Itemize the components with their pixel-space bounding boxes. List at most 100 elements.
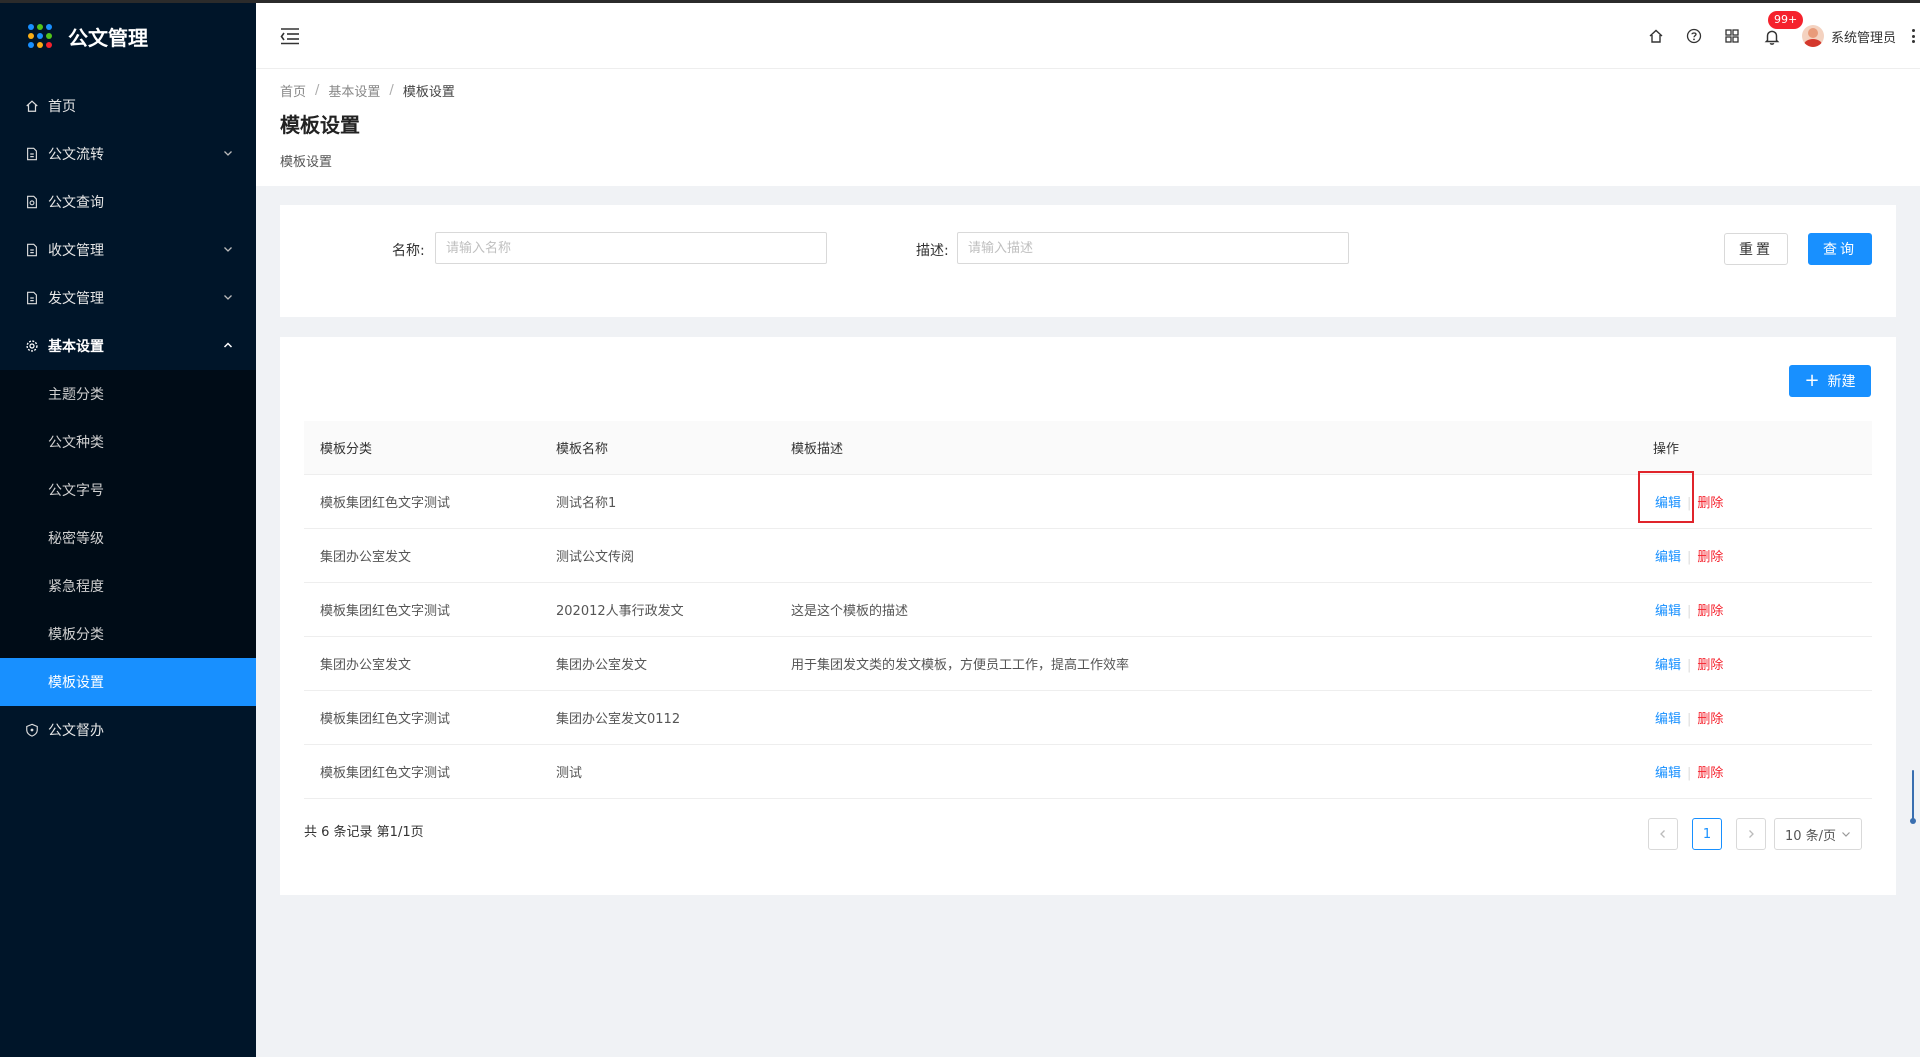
sidebar-subitem-0[interactable]: 主题分类 <box>0 370 256 418</box>
cell-description <box>775 744 1637 799</box>
edit-link[interactable]: 编辑 <box>1653 712 1681 727</box>
delete-link[interactable]: 删除 <box>1697 712 1723 727</box>
column-header-category: 模板分类 <box>304 421 540 475</box>
app-logo[interactable]: 公文管理 <box>0 0 256 72</box>
table-row: 模板集团红色文字测试 测试 编辑 | 删除 <box>304 744 1872 799</box>
cell-name: 集团办公室发文0112 <box>540 690 775 745</box>
delete-link[interactable]: 删除 <box>1697 766 1723 781</box>
shield-icon <box>24 722 40 738</box>
cell-category: 集团办公室发文 <box>304 636 540 691</box>
cell-actions: 编辑 | 删除 <box>1637 744 1872 799</box>
sidebar-subitem-5[interactable]: 模板分类 <box>0 610 256 658</box>
sidebar-subitem-4[interactable]: 紧急程度 <box>0 562 256 610</box>
cell-category: 模板集团红色文字测试 <box>304 582 540 637</box>
name-search-input[interactable] <box>435 232 827 264</box>
chevron-up-icon <box>222 339 234 351</box>
description-search-input[interactable] <box>957 232 1349 264</box>
description-label: 描述: <box>916 243 949 259</box>
cell-description: 用于集团发文类的发文模板，方便员工工作，提高工作效率 <box>775 636 1637 691</box>
action-divider: | <box>1687 549 1692 565</box>
edit-link[interactable]: 编辑 <box>1653 658 1681 673</box>
name-label: 名称: <box>392 243 425 259</box>
edit-link[interactable]: 编辑 <box>1653 550 1681 565</box>
cell-name: 测试名称1 <box>540 474 775 529</box>
app-title: 公文管理 <box>68 25 148 50</box>
menu-collapse-icon[interactable] <box>280 27 300 45</box>
home-icon[interactable] <box>1646 26 1666 46</box>
notification-badge: 99+ <box>1767 11 1804 29</box>
user-name: 系统管理员 <box>1830 30 1896 46</box>
delete-link[interactable]: 删除 <box>1697 496 1723 511</box>
edit-link[interactable]: 编辑 <box>1653 604 1681 619</box>
page-title: 模板设置 <box>280 113 360 137</box>
cell-category: 模板集团红色文字测试 <box>304 744 540 799</box>
chevron-right-icon <box>1749 830 1754 838</box>
breadcrumb-home[interactable]: 首页 <box>280 81 306 100</box>
delete-link[interactable]: 删除 <box>1697 550 1723 565</box>
sidebar-item-0[interactable]: 首页 <box>0 82 256 130</box>
new-button-label: 新建 <box>1827 374 1856 390</box>
breadcrumb-basic-settings[interactable]: 基本设置 <box>328 81 380 100</box>
query-button[interactable]: 查询 <box>1808 233 1872 265</box>
action-divider: | <box>1687 657 1692 673</box>
sidebar-subitem-1[interactable]: 公文种类 <box>0 418 256 466</box>
delete-link[interactable]: 删除 <box>1697 604 1723 619</box>
table-row: 模板集团红色文字测试 测试名称1 编辑 | 删除 <box>304 474 1872 529</box>
window-top-border <box>0 0 1920 3</box>
sidebar-subitem-2[interactable]: 公文字号 <box>0 466 256 514</box>
cell-description <box>775 690 1637 745</box>
reset-button[interactable]: 重置 <box>1724 233 1788 265</box>
sidebar-menu: 首页 公文流转公文查询收文管理发文管理基本设置 主题分类 公文种类 公文字号 秘密等级 紧急… <box>0 82 256 754</box>
next-page-button[interactable] <box>1736 818 1766 850</box>
table-row: 集团办公室发文 集团办公室发文 用于集团发文类的发文模板，方便员工工作，提高工作效率… <box>304 636 1872 691</box>
sidebar-item-5[interactable]: 基本设置 <box>0 322 256 370</box>
delete-link[interactable]: 删除 <box>1697 658 1723 673</box>
scroll-position-indicator[interactable] <box>1910 770 1916 826</box>
help-icon[interactable] <box>1684 26 1704 46</box>
sidebar-subitem-3[interactable]: 秘密等级 <box>0 514 256 562</box>
sidebar-item-label: 发文管理 <box>48 291 104 307</box>
user-menu[interactable]: 系统管理员 <box>1801 25 1896 47</box>
cell-description <box>775 528 1637 583</box>
page-size-value: 10 条/页 <box>1785 828 1837 844</box>
cell-actions: 编辑 | 删除 <box>1637 582 1872 637</box>
cell-category: 模板集团红色文字测试 <box>304 474 540 529</box>
breadcrumb-separator: / <box>389 83 394 98</box>
table-header-row: 模板分类 模板名称 模板描述 操作 <box>304 421 1872 475</box>
page-subtitle: 模板设置 <box>280 155 333 170</box>
sidebar-item-label: 公文查询 <box>48 195 104 211</box>
sidebar: 公文管理 首页 公文流转公文查询收文管理发文管理基本设置 主题分类 公文种类 公文字号秘… <box>0 0 256 1057</box>
column-header-description: 模板描述 <box>775 421 1637 475</box>
notification-bell[interactable]: 99+ <box>1762 11 1804 46</box>
cell-category: 模板集团红色文字测试 <box>304 690 540 745</box>
sidebar-item-4[interactable]: 发文管理 <box>0 274 256 322</box>
page-size-select[interactable]: 10 条/页 <box>1774 818 1862 850</box>
apps-grid-icon <box>28 24 52 48</box>
basic-settings-submenu: 主题分类 公文种类 公文字号 秘密等级 紧急程度 模板分类 模板设置 <box>0 370 256 706</box>
gear-icon <box>24 338 40 354</box>
sidebar-item-1[interactable]: 公文流转 <box>0 130 256 178</box>
bell-icon <box>1764 30 1780 45</box>
new-template-button[interactable]: + 新建 <box>1789 365 1871 397</box>
sidebar-subitem-6[interactable]: 模板设置 <box>0 658 256 706</box>
cell-name: 测试公文传阅 <box>540 528 775 583</box>
breadcrumb-current: 模板设置 <box>402 85 455 100</box>
sidebar-item-2[interactable]: 公文查询 <box>0 178 256 226</box>
sidebar-item-3[interactable]: 收文管理 <box>0 226 256 274</box>
cell-name: 202012人事行政发文 <box>540 582 775 637</box>
cell-description <box>775 474 1637 529</box>
cell-actions: 编辑 | 删除 <box>1637 636 1872 691</box>
document-icon <box>24 242 40 258</box>
more-vertical-icon[interactable] <box>1910 27 1916 45</box>
chevron-down-icon <box>222 291 234 303</box>
cell-name: 集团办公室发文 <box>540 636 775 691</box>
sidebar-item-supervision[interactable]: 公文督办 <box>0 706 256 754</box>
breadcrumb: 首页 / 基本设置 / 模板设置 <box>280 81 455 100</box>
template-table-panel: + 新建 模板分类 模板名称 模板描述 操作 模板集团红色文字测试 测试名称1 编辑… <box>280 337 1896 895</box>
top-header: 99+ 系统管理员 <box>256 3 1920 69</box>
prev-page-button[interactable] <box>1648 818 1678 850</box>
page-number-button[interactable]: 1 <box>1692 818 1722 850</box>
edit-link[interactable]: 编辑 <box>1653 496 1681 511</box>
edit-link[interactable]: 编辑 <box>1653 766 1681 781</box>
layout-icon[interactable] <box>1722 26 1742 46</box>
